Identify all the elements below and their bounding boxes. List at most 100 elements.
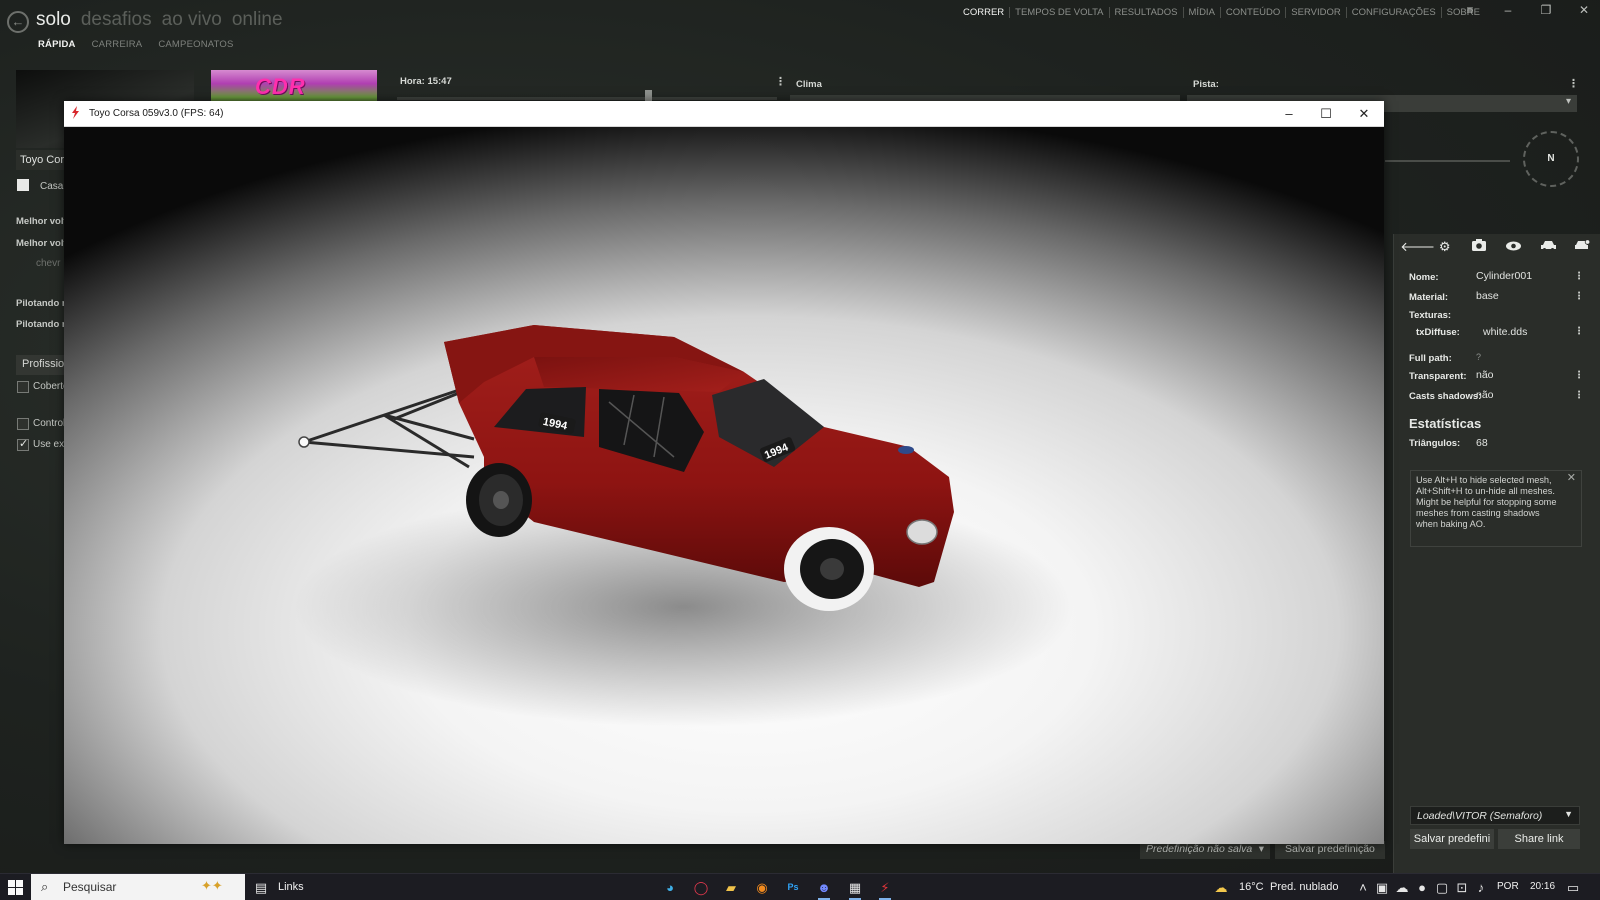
sub-tab-campeonatos[interactable]: CAMPEONATOS (158, 39, 233, 50)
headlight (906, 519, 938, 545)
triangles-value: 68 (1476, 437, 1488, 449)
eye-icon[interactable] (1504, 238, 1524, 256)
weather-icon: ☁ (1214, 880, 1228, 895)
casts-shadows-options-icon[interactable]: ⋮ (1574, 390, 1584, 401)
wind-slider[interactable] (1385, 160, 1510, 162)
tray-box-icon[interactable]: ▢ (1433, 879, 1451, 896)
sparkle-icon: ✦✦ (201, 878, 223, 893)
viewer-title: Toyo Corsa 059v3.0 (FPS: 64) (89, 108, 224, 119)
content-manager-icon[interactable]: ▦ (846, 879, 864, 900)
track-label: Pista: (1193, 79, 1219, 90)
covered-checkbox[interactable] (17, 381, 29, 393)
car-viewer-window: Toyo Corsa 059v3.0 (FPS: 64) – ☐ ✕ 1994 … (64, 101, 1384, 844)
file-explorer-icon[interactable]: ▰ (722, 879, 740, 896)
taskbar-search[interactable]: ⌕ Pesquisar ✦✦ (31, 874, 245, 900)
viewer-titlebar[interactable]: Toyo Corsa 059v3.0 (FPS: 64) – ☐ ✕ (64, 101, 1384, 127)
language-indicator[interactable]: POR (1497, 881, 1519, 892)
weather-description[interactable]: Pred. nublado (1270, 881, 1339, 893)
driving-label-1: Pilotando n (16, 298, 68, 309)
chevron-up-icon[interactable]: ˄ (1354, 879, 1372, 896)
txdiffuse-label: txDiffuse: (1416, 327, 1460, 338)
restore-icon[interactable]: ❐ (1535, 3, 1557, 17)
blender-icon[interactable]: ◉ (753, 879, 771, 896)
3d-viewport[interactable]: 1994 1994 (64, 127, 1384, 844)
preset-select[interactable]: Loaded\VITOR (Semaforo) ▼ (1410, 806, 1580, 825)
txdiffuse-value: white.dds (1483, 326, 1528, 338)
tray-app-icon[interactable]: ▣ (1373, 879, 1391, 896)
track-options-icon[interactable]: ⋮ (1568, 77, 1579, 90)
close-icon[interactable]: ✕ (1347, 103, 1381, 125)
use-ext-label: Use ext (33, 439, 67, 450)
controls-checkbox[interactable] (17, 418, 29, 430)
mode-tab-solo[interactable]: solo (36, 9, 71, 31)
microphone-icon[interactable]: ● (1413, 879, 1431, 896)
nav-servidor[interactable]: SERVIDOR (1286, 7, 1347, 18)
transparent-label: Transparent: (1409, 371, 1467, 382)
mode-tab-ao-vivo[interactable]: ao vivo (162, 9, 222, 31)
statistics-title: Estatísticas (1409, 416, 1482, 431)
mode-tab-online[interactable]: online (232, 9, 283, 31)
wheelie-bar (303, 383, 475, 469)
save-preset-button[interactable]: Salvar predefini (1410, 829, 1494, 849)
wheelie-wheel (298, 436, 310, 448)
hint-box: Use Alt+H to hide selected mesh, Alt+Shi… (1410, 470, 1582, 547)
sub-tab-rapida[interactable]: RÁPIDA (38, 39, 76, 50)
time-slider[interactable] (397, 97, 777, 100)
close-icon[interactable]: ✕ (1573, 3, 1595, 17)
nav-resultados[interactable]: RESULTADOS (1110, 7, 1184, 18)
nav-configuracoes[interactable]: CONFIGURAÇÕES (1347, 7, 1442, 18)
clock[interactable]: 20:16 (1530, 881, 1555, 892)
nav-tempos-de-volta[interactable]: TEMPOS DE VOLTA (1010, 7, 1110, 18)
back-arrow-icon[interactable]: ← (7, 11, 29, 33)
camera-icon[interactable] (1469, 238, 1489, 256)
network-icon[interactable]: ⊡ (1453, 879, 1471, 896)
car-viewer-taskbar-icon[interactable]: ⚡ (876, 879, 894, 900)
sub-tabs: RÁPIDA CARREIRA CAMPEONATOS (38, 39, 234, 50)
photoshop-icon[interactable]: Ps (784, 879, 802, 896)
app-logo-icon (72, 106, 79, 119)
name-value: Cylinder001 (1476, 270, 1533, 282)
share-link-button[interactable]: Share link (1498, 829, 1580, 849)
nav-correr[interactable]: CORRER (958, 7, 1011, 18)
mode-tab-desafios[interactable]: desafios (81, 9, 152, 31)
car-icon[interactable] (1538, 238, 1558, 256)
skin-checkbox[interactable] (17, 179, 29, 191)
opera-icon[interactable]: ◯ (692, 879, 710, 896)
notifications-icon[interactable]: ▭ (1564, 879, 1582, 896)
material-value: base (1476, 290, 1499, 302)
minimize-icon[interactable]: – (1497, 3, 1519, 17)
full-path-label: Full path: (1409, 353, 1452, 364)
nav-midia[interactable]: MÍDIA (1184, 7, 1221, 18)
time-label: Hora: 15:47 (400, 76, 452, 87)
use-ext-checkbox[interactable] (17, 437, 29, 451)
onedrive-icon[interactable]: ☁ (1393, 879, 1411, 896)
maximize-icon[interactable]: ☐ (1309, 103, 1343, 125)
back-arrow-icon[interactable]: 🡐 (1400, 238, 1435, 256)
car-render: 1994 1994 (294, 325, 1074, 727)
track-preview-thumbnail[interactable]: CDR (211, 70, 377, 104)
chevron-down-icon: ▾ (1258, 843, 1264, 855)
car-settings-icon[interactable] (1573, 238, 1593, 256)
discord-icon[interactable]: ☻ (815, 879, 833, 900)
task-view-icon[interactable]: ▤ (252, 879, 270, 896)
name-options-icon[interactable]: ⋮ (1574, 271, 1584, 282)
gear-icon[interactable]: ⚙ (1435, 238, 1455, 256)
txdiffuse-options-icon[interactable]: ⋮ (1574, 326, 1584, 337)
triangles-label: Triângulos: (1409, 438, 1461, 449)
weather-label: Clima (796, 79, 822, 90)
material-options-icon[interactable]: ⋮ (1574, 291, 1584, 302)
menu-icon[interactable]: ≡ (1459, 3, 1481, 17)
links-toolbar[interactable]: Links (278, 881, 304, 893)
close-icon[interactable]: ✕ (1567, 473, 1576, 484)
casts-shadows-value: não (1476, 389, 1494, 401)
edge-icon[interactable]: ◕ (661, 879, 679, 896)
sub-tab-carreira[interactable]: CARREIRA (92, 39, 143, 50)
time-options-icon[interactable]: ⋮ (775, 75, 786, 88)
minimize-icon[interactable]: – (1272, 103, 1306, 125)
volume-icon[interactable]: ♪ (1472, 879, 1490, 896)
transparent-options-icon[interactable]: ⋮ (1574, 370, 1584, 381)
wind-compass[interactable]: N (1523, 131, 1579, 187)
textures-label: Texturas: (1409, 310, 1452, 321)
windows-start-icon[interactable] (8, 880, 23, 895)
nav-conteudo[interactable]: CONTEÚDO (1221, 7, 1287, 18)
